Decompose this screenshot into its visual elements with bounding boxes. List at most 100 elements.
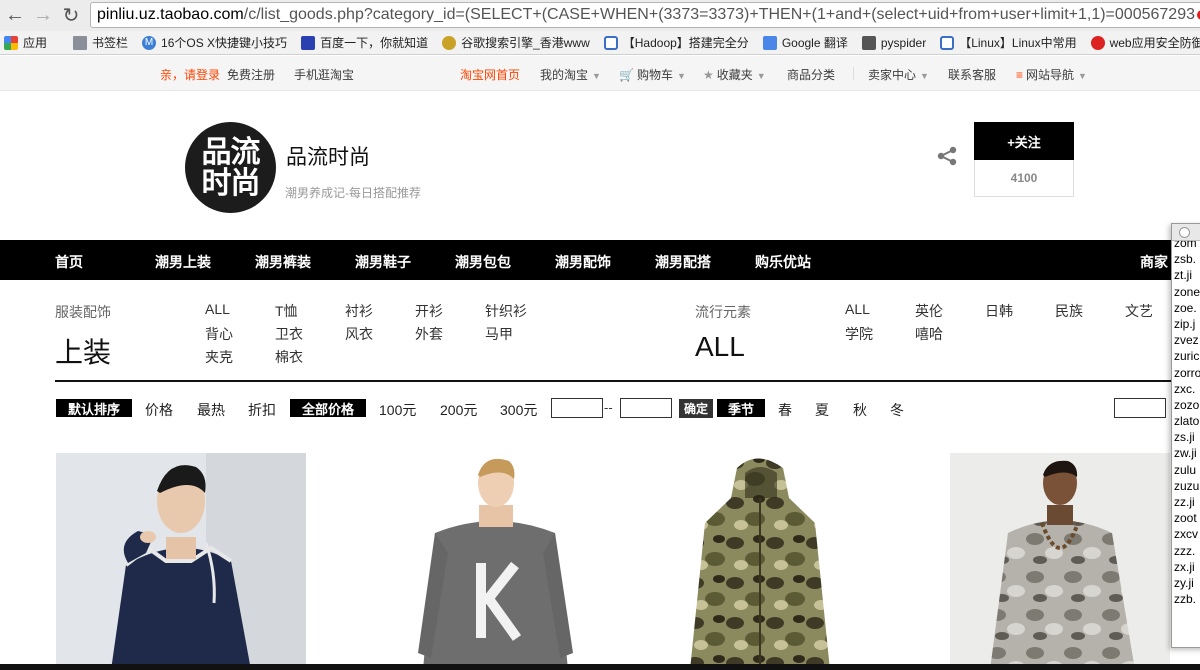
style-option[interactable]: 英伦 <box>915 301 943 321</box>
suggestion-item[interactable]: zxcv <box>1174 526 1200 542</box>
suggestion-item[interactable]: zvez <box>1174 332 1200 348</box>
back-arrow-icon[interactable]: ← <box>2 1 28 29</box>
suggestion-item[interactable]: zozo <box>1174 397 1200 413</box>
suggestion-item[interactable]: zoot <box>1174 510 1200 526</box>
filter-option[interactable]: 风衣 <box>345 324 373 344</box>
login-link[interactable]: 亲，请登录 <box>160 66 220 83</box>
price-100-link[interactable]: 100元 <box>379 400 416 420</box>
confirm-price-button[interactable]: 确定 <box>679 399 713 418</box>
suggestion-item[interactable]: zip.j <box>1174 316 1200 332</box>
suggestion-item[interactable]: zs.ji <box>1174 429 1200 445</box>
bookmark-google-hk[interactable]: 谷歌搜索引擎_香港www <box>442 34 590 51</box>
site-map-menu[interactable]: ≡ 网站导航 ▼ <box>1016 66 1087 83</box>
favorites-menu[interactable]: ★ 收藏夹 ▼ <box>703 66 766 83</box>
address-bar[interactable]: pinliu.uz.taobao.com/c/list_goods.php?ca… <box>90 2 1200 28</box>
suggestion-item[interactable]: zzb. <box>1174 591 1200 607</box>
sort-by-discount[interactable]: 折扣 <box>248 400 276 420</box>
bookmark-web-security[interactable]: web应用安全防御100 <box>1090 34 1200 51</box>
filter-option[interactable]: 开衫 <box>415 301 443 321</box>
bookmark-linux[interactable]: 【Linux】Linux中常用 <box>940 34 1077 51</box>
filter-option[interactable]: 背心 <box>205 324 233 344</box>
style-option[interactable]: 嘻哈 <box>915 324 943 344</box>
filter-option[interactable]: 衬衫 <box>345 301 373 321</box>
suggestion-item[interactable]: zuric <box>1174 348 1200 364</box>
filter-option[interactable]: 马甲 <box>485 324 513 344</box>
sort-by-hot[interactable]: 最热 <box>197 400 225 420</box>
shop-name[interactable]: 品流时尚 <box>286 141 370 171</box>
suggestion-item[interactable]: zsb. <box>1174 251 1200 267</box>
share-icon[interactable] <box>936 146 958 166</box>
reload-icon[interactable]: ↻ <box>58 1 84 29</box>
shop-nav-outfits[interactable]: 潮男配搭 <box>655 252 711 272</box>
filter-option[interactable]: 针织衫 <box>485 301 527 321</box>
bookmark-osx[interactable]: M 16个OS X快捷键小技巧 <box>142 34 287 51</box>
price-200-link[interactable]: 200元 <box>440 400 477 420</box>
suggestion-item[interactable]: zone <box>1174 284 1200 300</box>
style-option[interactable]: 学院 <box>845 324 873 344</box>
seller-center-menu[interactable]: 卖家中心 ▼ <box>868 66 929 83</box>
suggestion-item[interactable]: zy.ji <box>1174 575 1200 591</box>
style-option[interactable]: ALL <box>845 301 870 317</box>
bookmark-pyspider[interactable]: pyspider <box>861 35 926 50</box>
filter-option[interactable]: T恤 <box>275 301 298 321</box>
search-input[interactable] <box>1114 398 1166 418</box>
season-winter[interactable]: 冬 <box>890 400 904 420</box>
bookmark-folder[interactable]: 书签栏 <box>73 34 128 51</box>
product-card[interactable] <box>56 453 306 670</box>
bookmark-baidu[interactable]: 百度一下，你就知道 <box>301 34 428 51</box>
follow-button[interactable]: +关注 <box>974 122 1074 160</box>
shop-nav-bags[interactable]: 潮男包包 <box>455 252 511 272</box>
suggestion-item[interactable]: zuzu <box>1174 478 1200 494</box>
filter-option[interactable]: 夹克 <box>205 347 233 367</box>
suggestion-item[interactable]: zz.ji <box>1174 494 1200 510</box>
bookmark-apps[interactable]: 应用 <box>4 34 47 51</box>
suggestion-item[interactable]: zxc. <box>1174 381 1200 397</box>
style-option[interactable]: 民族 <box>1055 301 1083 321</box>
suggestion-item[interactable]: zoe. <box>1174 300 1200 316</box>
shop-nav-tops[interactable]: 潮男上装 <box>155 252 211 272</box>
bookmark-translate[interactable]: Google 翻译 <box>762 34 848 51</box>
suggestion-item[interactable]: zt.ji <box>1174 267 1200 283</box>
suggestion-item[interactable]: zw.ji <box>1174 445 1200 461</box>
style-option[interactable]: 文艺 <box>1125 301 1153 321</box>
shop-nav-merchant[interactable]: 商家 <box>1140 252 1168 272</box>
shop-nav-youzhan[interactable]: 购乐优站 <box>755 252 811 272</box>
suggestion-item[interactable]: zulu <box>1174 462 1200 478</box>
my-taobao-menu[interactable]: 我的淘宝 ▼ <box>540 66 601 83</box>
all-prices-button[interactable]: 全部价格 <box>290 399 366 417</box>
suggestion-item[interactable]: zorro <box>1174 365 1200 381</box>
product-card[interactable] <box>685 453 835 670</box>
suggestion-item[interactable]: zzz. <box>1174 543 1200 559</box>
default-sort-button[interactable]: 默认排序 <box>56 399 132 417</box>
product-card[interactable] <box>373 453 623 670</box>
shop-nav-shoes[interactable]: 潮男鞋子 <box>355 252 411 272</box>
filter-option[interactable]: 卫衣 <box>275 324 303 344</box>
taobao-home-link[interactable]: 淘宝网首页 <box>460 66 520 83</box>
categories-link[interactable]: 商品分类 <box>787 66 835 83</box>
shop-nav-pants[interactable]: 潮男裤装 <box>255 252 311 272</box>
mobile-link[interactable]: 手机逛淘宝 <box>294 66 354 83</box>
cart-menu[interactable]: 🛒 购物车 ▼ <box>619 66 686 83</box>
season-summer[interactable]: 夏 <box>815 400 829 420</box>
min-price-input[interactable] <box>551 398 603 418</box>
product-card[interactable] <box>950 453 1170 670</box>
suggestion-item[interactable]: zlato <box>1174 413 1200 429</box>
filter-option[interactable]: 棉衣 <box>275 347 303 367</box>
forward-arrow-icon[interactable]: → <box>30 1 56 29</box>
shop-nav-home[interactable]: 首页 <box>55 252 83 272</box>
bookmark-hadoop[interactable]: 【Hadoop】搭建完全分 <box>603 34 749 51</box>
style-option[interactable]: 日韩 <box>985 301 1013 321</box>
suggestion-item[interactable]: zx.ji <box>1174 559 1200 575</box>
shop-logo[interactable]: 品流 时尚 <box>185 122 276 213</box>
price-300-link[interactable]: 300元 <box>500 400 537 420</box>
season-autumn[interactable]: 秋 <box>853 400 867 420</box>
customer-service-link[interactable]: 联系客服 <box>948 66 996 83</box>
filter-option[interactable]: ALL <box>205 301 230 317</box>
shop-nav-accessories[interactable]: 潮男配饰 <box>555 252 611 272</box>
filter-option[interactable]: 外套 <box>415 324 443 344</box>
close-circle-icon[interactable] <box>1179 227 1190 238</box>
season-spring[interactable]: 春 <box>778 400 792 420</box>
sort-by-price[interactable]: 价格 <box>145 400 173 420</box>
register-link[interactable]: 免费注册 <box>227 66 275 83</box>
max-price-input[interactable] <box>620 398 672 418</box>
